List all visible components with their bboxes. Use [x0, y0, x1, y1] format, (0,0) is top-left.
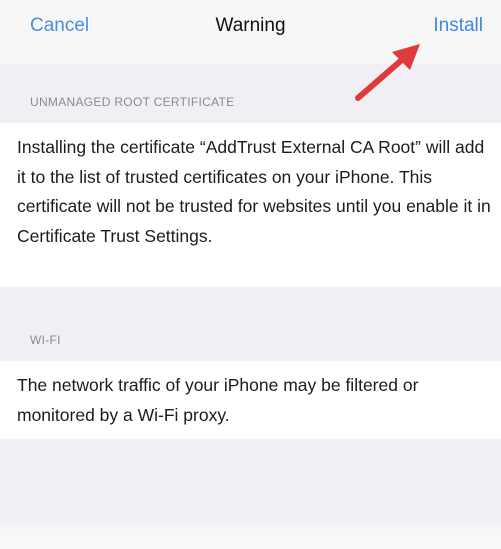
wifi-description: The network traffic of your iPhone may b… [17, 375, 419, 425]
wifi-info-card: The network traffic of your iPhone may b… [0, 361, 501, 439]
arrow-pointer-icon [355, 44, 420, 101]
page-title: Warning [215, 15, 286, 36]
certificate-info-card: Installing the certificate “AddTrust Ext… [0, 123, 501, 287]
certificate-section-header: UNMANAGED ROOT CERTIFICATE [30, 95, 235, 109]
wifi-section-header: WI-FI [30, 333, 61, 347]
certificate-description: Installing the certificate “AddTrust Ext… [17, 137, 491, 246]
bottom-edge [0, 516, 501, 549]
install-button[interactable]: Install [433, 15, 483, 37]
